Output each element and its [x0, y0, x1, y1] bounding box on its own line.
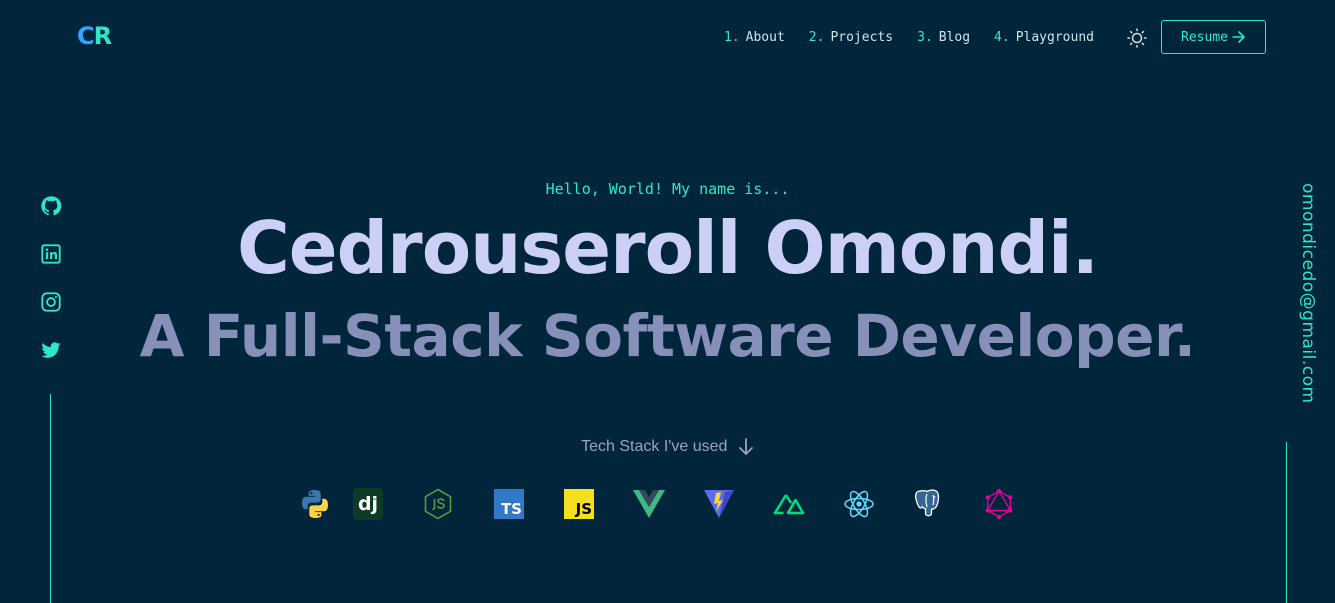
sun-icon[interactable] [1127, 28, 1147, 48]
nav-label: Projects [830, 30, 894, 45]
nav-number: 2. [808, 30, 825, 45]
nuxt-icon [772, 487, 806, 521]
typescript-badge: TS [494, 489, 524, 519]
tech-stack-heading: Tech Stack I've used [0, 438, 1335, 456]
hero-greeting: Hello, World! My name is... [545, 180, 790, 198]
django-icon: dj [351, 487, 385, 521]
postgresql-icon [912, 487, 946, 521]
nav-item-projects[interactable]: 2. Projects [809, 30, 893, 45]
nav-item-playground[interactable]: 4. Playground [994, 30, 1094, 45]
react-icon [842, 487, 876, 521]
main-nav: 1. About 2. Projects 3. Blog 4. Playground [724, 30, 1118, 45]
nav-item-blog[interactable]: 3. Blog [917, 30, 970, 45]
arrow-right-icon [1232, 31, 1245, 43]
nodejs-icon [421, 487, 455, 521]
nav-number: 1. [724, 30, 740, 45]
vue-icon [632, 487, 666, 521]
logo[interactable]: CR [77, 22, 113, 50]
sidebar-left-line [50, 394, 51, 603]
resume-label: Resume [1181, 29, 1228, 45]
resume-button[interactable]: Resume [1161, 20, 1266, 54]
nav-label: Playground [1015, 30, 1094, 45]
nav-item-about[interactable]: 1. About [724, 30, 785, 45]
nav-label: About [745, 30, 785, 45]
vite-icon [702, 487, 736, 521]
django-badge: dj [353, 488, 383, 520]
arrow-down-icon [738, 438, 753, 455]
nav-number: 4. [994, 30, 1010, 45]
javascript-icon: JS [562, 487, 596, 521]
typescript-icon: TS [492, 487, 526, 521]
hero-name: Cedrouseroll Omondi. [236, 206, 1099, 290]
tech-stack-label: Tech Stack I've used [581, 438, 728, 456]
logo-letter-r: R [93, 22, 113, 50]
hero-role: A Full-Stack Software Developer. [139, 302, 1196, 370]
javascript-badge: JS [564, 489, 594, 519]
graphql-icon [982, 487, 1016, 521]
logo-letter-c: C [77, 22, 95, 50]
python-icon [298, 487, 332, 521]
nav-number: 3. [917, 30, 933, 45]
nav-label: Blog [938, 30, 971, 45]
sidebar-right-line [1286, 442, 1287, 603]
